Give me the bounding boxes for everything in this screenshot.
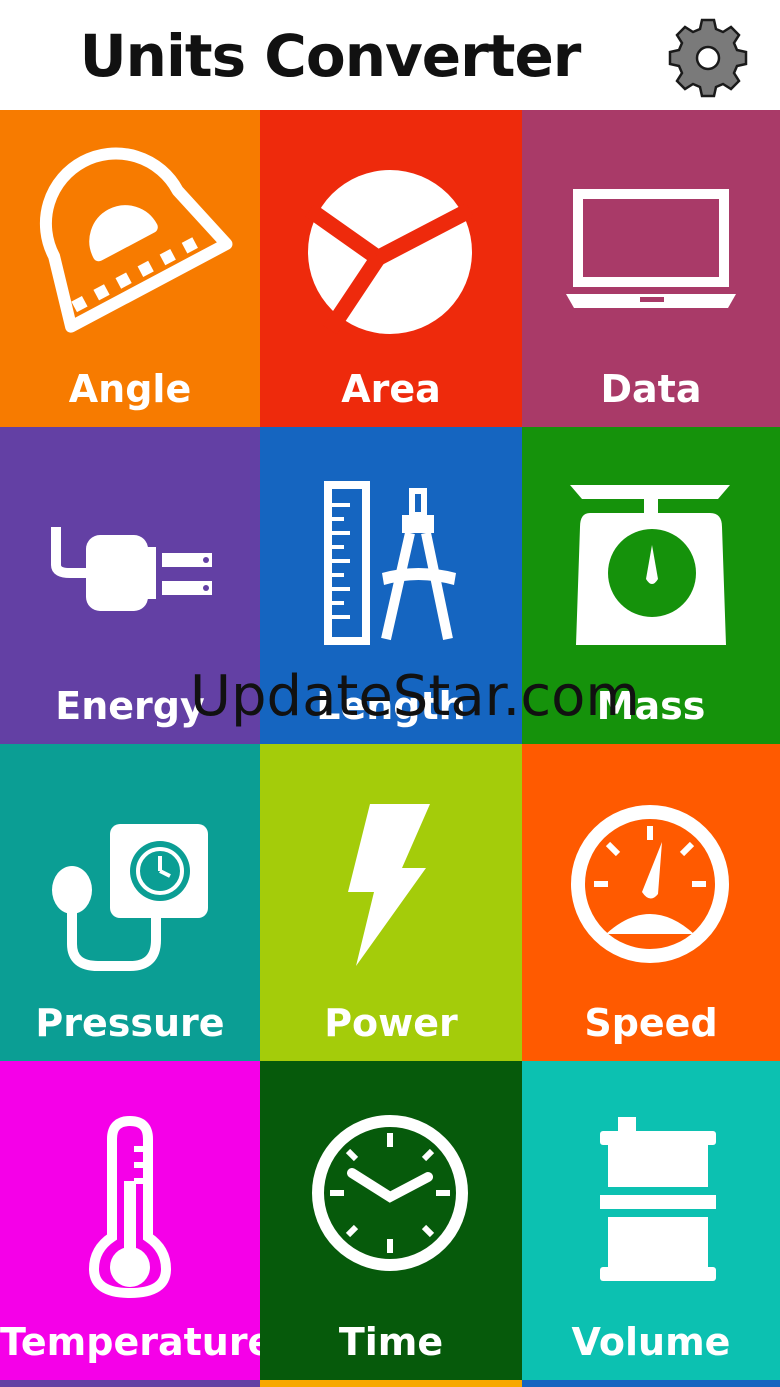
tile-power[interactable]: Power — [260, 744, 522, 1061]
pie-area-icon — [305, 170, 474, 335]
gear-icon[interactable] — [664, 14, 752, 102]
tile-angle[interactable]: Angle — [0, 110, 260, 427]
tile-mass[interactable]: Mass — [522, 427, 780, 744]
header: Units Converter — [0, 0, 780, 110]
tile-label: Volume — [571, 1320, 731, 1364]
tile-label: Length — [316, 684, 466, 728]
tile-label: Mass — [596, 684, 706, 728]
tile-label: Angle — [68, 367, 192, 411]
tile-volume[interactable]: Volume — [522, 1061, 780, 1380]
barrel-icon — [600, 1117, 716, 1281]
clock-icon — [312, 1115, 468, 1271]
scale-icon — [570, 485, 730, 645]
ruler-compass-icon — [324, 481, 456, 645]
tile-label: Temperature — [0, 1320, 260, 1364]
app-title: Units Converter — [79, 22, 582, 90]
strip-segment — [260, 1380, 522, 1387]
tile-label: Area — [341, 367, 441, 411]
thermometer-icon — [88, 1115, 172, 1299]
strip-segment — [0, 1380, 260, 1387]
bottom-color-strip — [0, 1380, 780, 1387]
tile-time[interactable]: Time — [260, 1061, 522, 1380]
tile-pressure[interactable]: Pressure — [0, 744, 260, 1061]
tile-speed[interactable]: Speed — [522, 744, 780, 1061]
tile-length[interactable]: Length — [260, 427, 522, 744]
pressure-gauge-icon — [52, 824, 208, 971]
tile-label: Speed — [584, 1001, 718, 1045]
lightning-icon — [348, 804, 430, 966]
tile-label: Pressure — [35, 1001, 225, 1045]
tile-label: Time — [338, 1320, 444, 1364]
tile-label: Data — [600, 367, 702, 411]
tile-label: Power — [324, 1001, 458, 1045]
tile-data[interactable]: Data — [522, 110, 780, 427]
tile-label: Energy — [55, 684, 205, 728]
speedometer-icon — [571, 805, 729, 963]
tile-temperature[interactable]: Temperature — [0, 1061, 260, 1380]
strip-segment — [522, 1380, 780, 1387]
laptop-icon — [566, 189, 736, 308]
tile-area[interactable]: Area — [260, 110, 522, 427]
plug-icon — [51, 527, 212, 611]
tile-energy[interactable]: Energy — [0, 427, 260, 744]
unit-category-grid: Angle Area Data Energy Length Mass Press… — [0, 110, 780, 1387]
protractor-icon — [39, 147, 233, 333]
